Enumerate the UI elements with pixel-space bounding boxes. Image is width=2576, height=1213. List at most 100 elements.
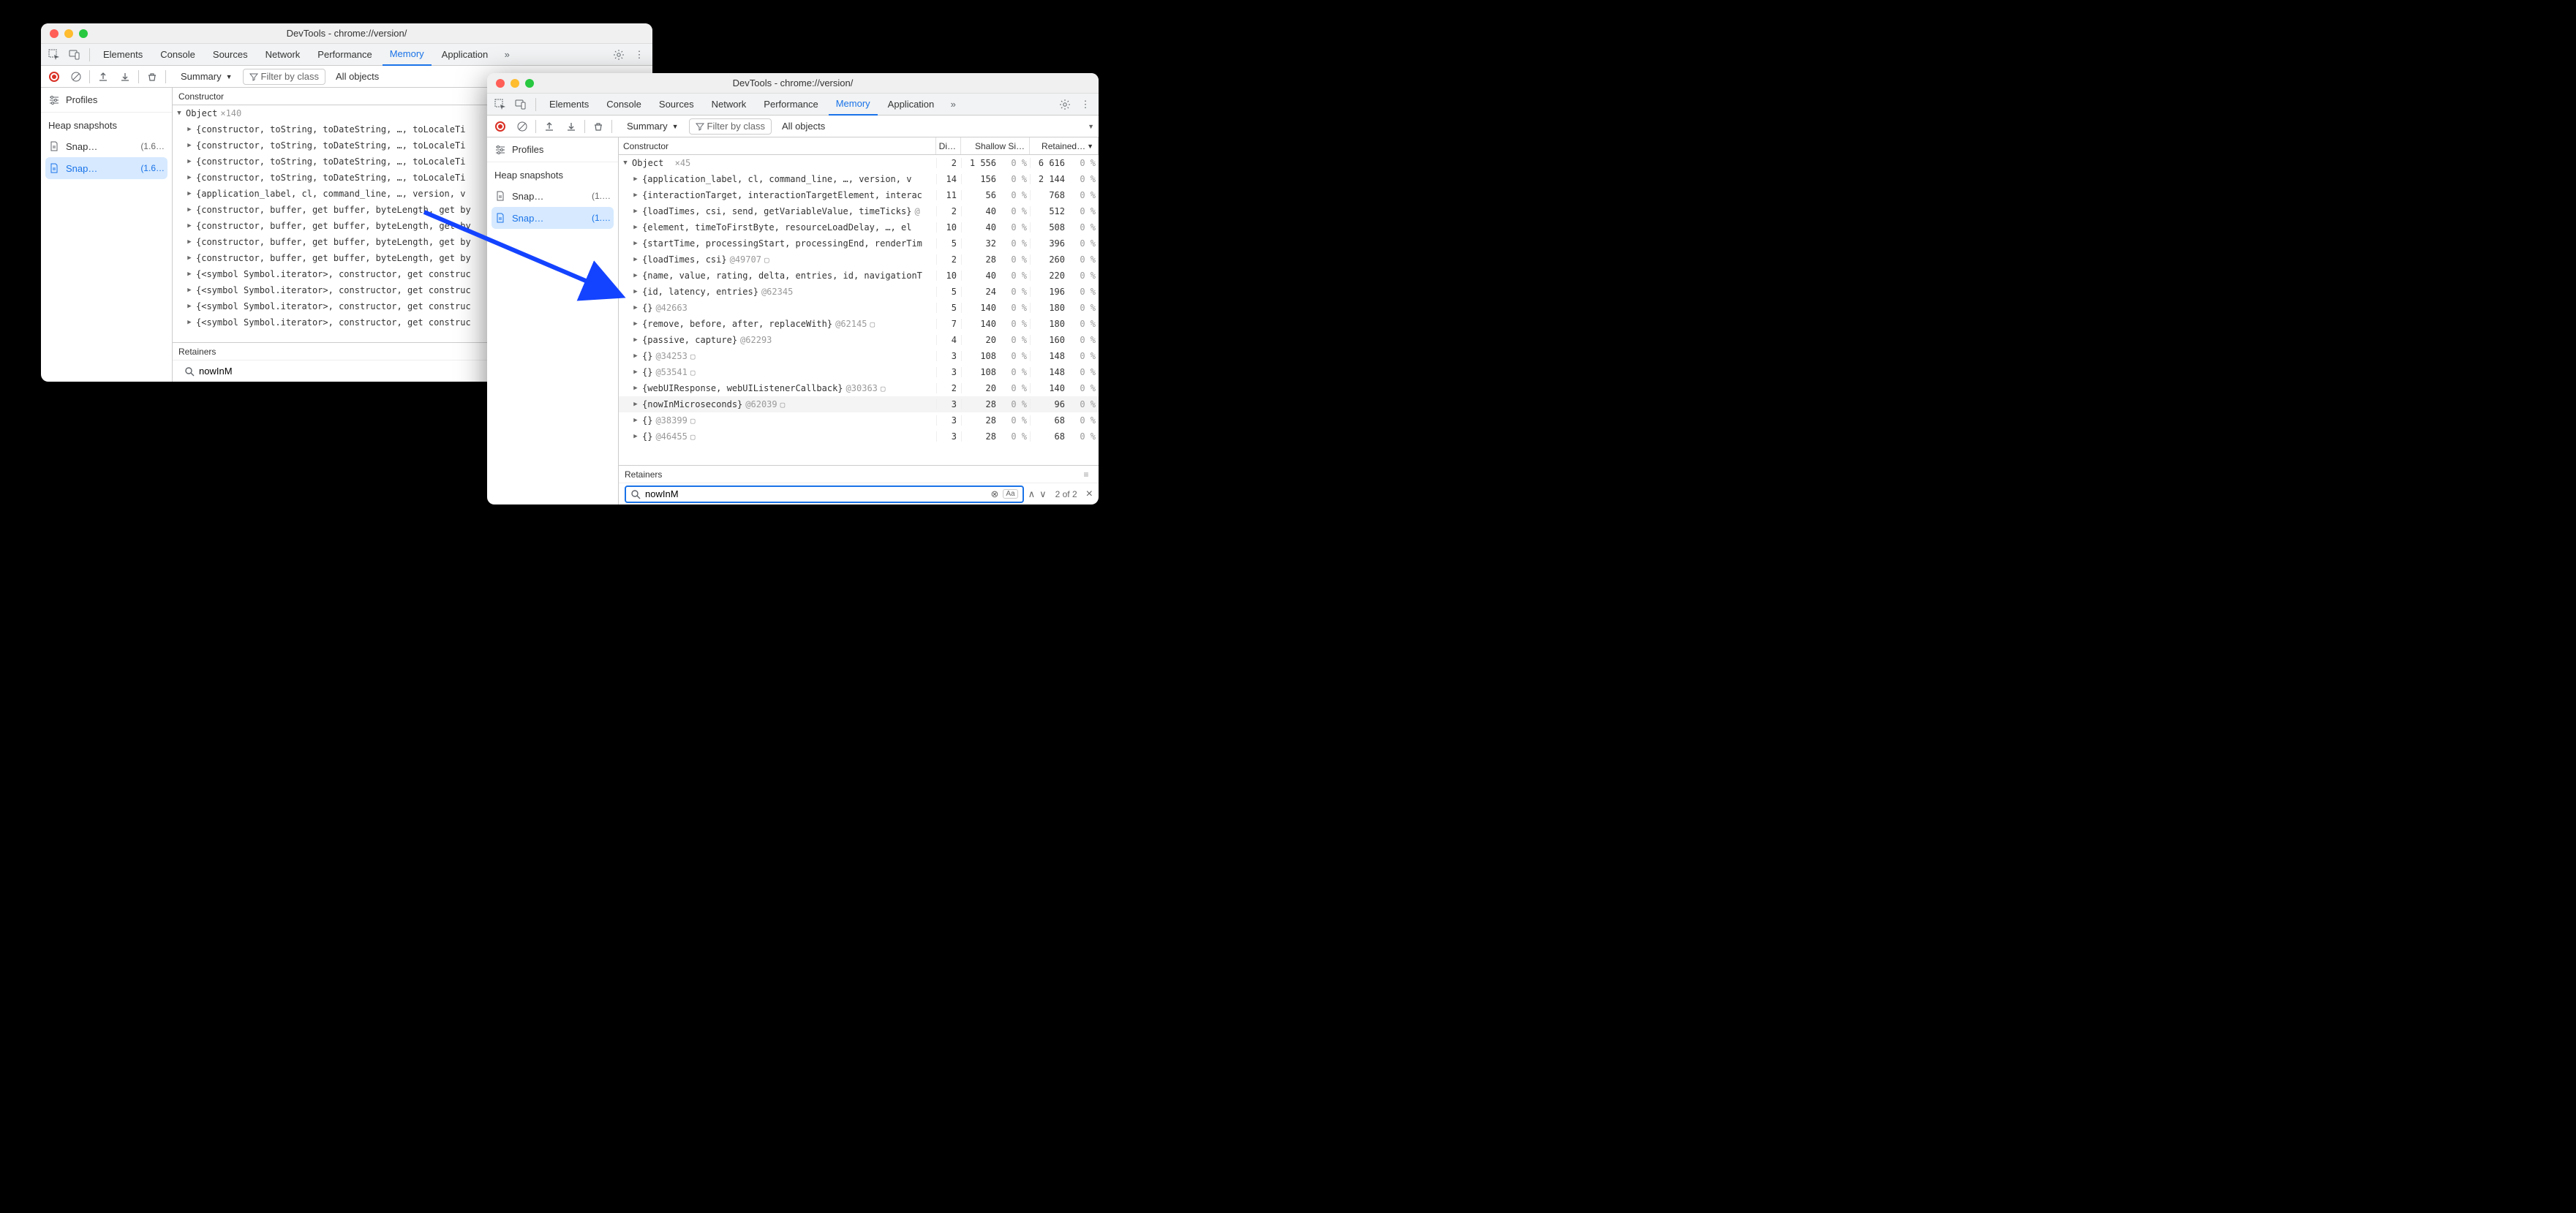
expand-icon[interactable]: ▶ bbox=[632, 175, 639, 183]
expand-icon[interactable]: ▶ bbox=[632, 401, 639, 408]
table-row[interactable]: ▶{startTime, processingStart, processing… bbox=[619, 235, 1099, 252]
snapshot-item[interactable]: Snap… (1.… bbox=[492, 207, 614, 229]
expand-icon[interactable]: ▶ bbox=[186, 126, 193, 133]
column-header-constructor[interactable]: Constructor bbox=[619, 137, 936, 154]
tab-sources[interactable]: Sources bbox=[652, 94, 701, 116]
clear-icon[interactable] bbox=[67, 68, 85, 86]
expand-icon[interactable]: ▶ bbox=[632, 272, 639, 279]
snapshot-item[interactable]: Snap… (1.6… bbox=[45, 157, 167, 179]
expand-icon[interactable]: ▶ bbox=[186, 303, 193, 310]
expand-icon[interactable]: ▶ bbox=[632, 320, 639, 328]
device-toggle-icon[interactable] bbox=[512, 96, 530, 113]
view-select[interactable]: Summary ▼ bbox=[175, 69, 238, 85]
device-toggle-icon[interactable] bbox=[66, 46, 83, 64]
table-row[interactable]: ▶{} @38399 ▢3280 %680 % bbox=[619, 412, 1099, 428]
gc-icon[interactable] bbox=[143, 68, 161, 86]
tab-network[interactable]: Network bbox=[704, 94, 754, 116]
expand-icon[interactable]: ▶ bbox=[632, 304, 639, 311]
save-icon[interactable]: ▢ bbox=[690, 416, 696, 426]
save-icon[interactable]: ▢ bbox=[870, 320, 875, 329]
menu-icon[interactable]: ≡ bbox=[1080, 468, 1093, 481]
class-filter[interactable]: Filter by class bbox=[689, 118, 772, 135]
prev-match-icon[interactable]: ∧ bbox=[1028, 488, 1036, 500]
expand-icon[interactable]: ▶ bbox=[632, 417, 639, 424]
snapshot-item[interactable]: Snap… (1.6… bbox=[41, 135, 172, 157]
download-icon[interactable] bbox=[562, 118, 580, 135]
objects-filter[interactable]: All objects bbox=[776, 118, 831, 135]
upload-icon[interactable] bbox=[541, 118, 558, 135]
expand-icon[interactable]: ▶ bbox=[186, 190, 193, 197]
inspect-icon[interactable] bbox=[45, 46, 63, 64]
expand-icon[interactable]: ▶ bbox=[632, 433, 639, 440]
record-icon[interactable] bbox=[45, 68, 63, 86]
expand-icon[interactable]: ▶ bbox=[632, 385, 639, 392]
expand-icon[interactable]: ▶ bbox=[186, 271, 193, 278]
table-row[interactable]: ▶{element, timeToFirstByte, resourceLoad… bbox=[619, 219, 1099, 235]
expand-icon[interactable]: ▶ bbox=[186, 319, 193, 326]
table-row[interactable]: ▶{interactionTarget, interactionTargetEl… bbox=[619, 187, 1099, 203]
save-icon[interactable]: ▢ bbox=[881, 384, 886, 393]
gc-icon[interactable] bbox=[590, 118, 607, 135]
table-row[interactable]: ▶{name, value, rating, delta, entries, i… bbox=[619, 268, 1099, 284]
tab-application[interactable]: Application bbox=[881, 94, 942, 116]
expand-icon[interactable]: ▶ bbox=[632, 288, 639, 295]
tab-network[interactable]: Network bbox=[258, 44, 308, 66]
inspect-icon[interactable] bbox=[492, 96, 509, 113]
tab-console[interactable]: Console bbox=[153, 44, 203, 66]
table-row[interactable]: ▶{loadTimes, csi, send, getVariableValue… bbox=[619, 203, 1099, 219]
close-search-icon[interactable]: × bbox=[1086, 488, 1093, 501]
table-row[interactable]: ▶{} @4266351400 %1800 % bbox=[619, 300, 1099, 316]
table-row[interactable]: ▶{remove, before, after, replaceWith} @6… bbox=[619, 316, 1099, 332]
column-header-distance[interactable]: Di… bbox=[936, 137, 961, 154]
class-filter[interactable]: Filter by class bbox=[243, 69, 325, 85]
tab-sources[interactable]: Sources bbox=[206, 44, 255, 66]
tab-console[interactable]: Console bbox=[599, 94, 649, 116]
table-row[interactable]: ▶{application_label, cl, command_line, …… bbox=[619, 171, 1099, 187]
next-match-icon[interactable]: ∨ bbox=[1039, 488, 1047, 500]
expand-icon[interactable]: ▶ bbox=[186, 206, 193, 213]
expand-icon[interactable]: ▶ bbox=[186, 254, 193, 262]
record-icon[interactable] bbox=[492, 118, 509, 135]
gear-icon[interactable] bbox=[1056, 96, 1074, 113]
expand-icon[interactable]: ▶ bbox=[632, 352, 639, 360]
table-row[interactable]: ▶{id, latency, entries} @623455240 %1960… bbox=[619, 284, 1099, 300]
expand-icon[interactable]: ▼ bbox=[622, 159, 629, 167]
objects-filter[interactable]: All objects bbox=[330, 69, 385, 85]
table-row[interactable]: ▶{loadTimes, csi} @49707 ▢2280 %2600 % bbox=[619, 252, 1099, 268]
more-tabs-icon[interactable]: » bbox=[944, 96, 962, 113]
save-icon[interactable]: ▢ bbox=[764, 255, 769, 265]
snapshot-item[interactable]: Snap… (1.… bbox=[487, 185, 618, 207]
table-row[interactable]: ▶{passive, capture} @622934200 %1600 % bbox=[619, 332, 1099, 348]
expand-icon[interactable]: ▶ bbox=[632, 192, 639, 199]
tab-elements[interactable]: Elements bbox=[96, 44, 150, 66]
match-case-icon[interactable]: Aa bbox=[1003, 489, 1017, 499]
table-row[interactable]: ▼Object ×45 2 1 556 0 % 6 616 0 % bbox=[619, 155, 1099, 171]
save-icon[interactable]: ▢ bbox=[780, 400, 786, 409]
gear-icon[interactable] bbox=[610, 46, 628, 64]
expand-icon[interactable]: ▶ bbox=[632, 369, 639, 376]
expand-icon[interactable]: ▶ bbox=[632, 208, 639, 215]
expand-icon[interactable]: ▶ bbox=[186, 238, 193, 246]
search-input[interactable] bbox=[645, 488, 986, 499]
expand-icon[interactable]: ▶ bbox=[632, 224, 639, 231]
expand-icon[interactable]: ▶ bbox=[632, 256, 639, 263]
tab-memory[interactable]: Memory bbox=[829, 94, 878, 116]
table-row[interactable]: ▶{webUIResponse, webUIListenerCallback} … bbox=[619, 380, 1099, 396]
expand-icon[interactable]: ▼ bbox=[176, 110, 183, 117]
tab-application[interactable]: Application bbox=[434, 44, 496, 66]
clear-icon[interactable] bbox=[513, 118, 531, 135]
tab-elements[interactable]: Elements bbox=[542, 94, 596, 116]
chevron-down-icon[interactable]: ▼ bbox=[1088, 123, 1094, 130]
kebab-icon[interactable]: ⋮ bbox=[1077, 96, 1094, 113]
save-icon[interactable]: ▢ bbox=[690, 352, 696, 361]
tab-performance[interactable]: Performance bbox=[756, 94, 825, 116]
expand-icon[interactable]: ▶ bbox=[632, 240, 639, 247]
clear-input-icon[interactable]: ⊗ bbox=[990, 488, 998, 500]
more-tabs-icon[interactable]: » bbox=[498, 46, 516, 64]
download-icon[interactable] bbox=[116, 68, 134, 86]
column-header-shallow[interactable]: Shallow Si… bbox=[961, 137, 1030, 154]
expand-icon[interactable]: ▶ bbox=[186, 222, 193, 230]
table-row[interactable]: ▶{} @34253 ▢31080 %1480 % bbox=[619, 348, 1099, 364]
retainers-header[interactable]: Retainers ≡ bbox=[619, 465, 1099, 483]
upload-icon[interactable] bbox=[94, 68, 112, 86]
